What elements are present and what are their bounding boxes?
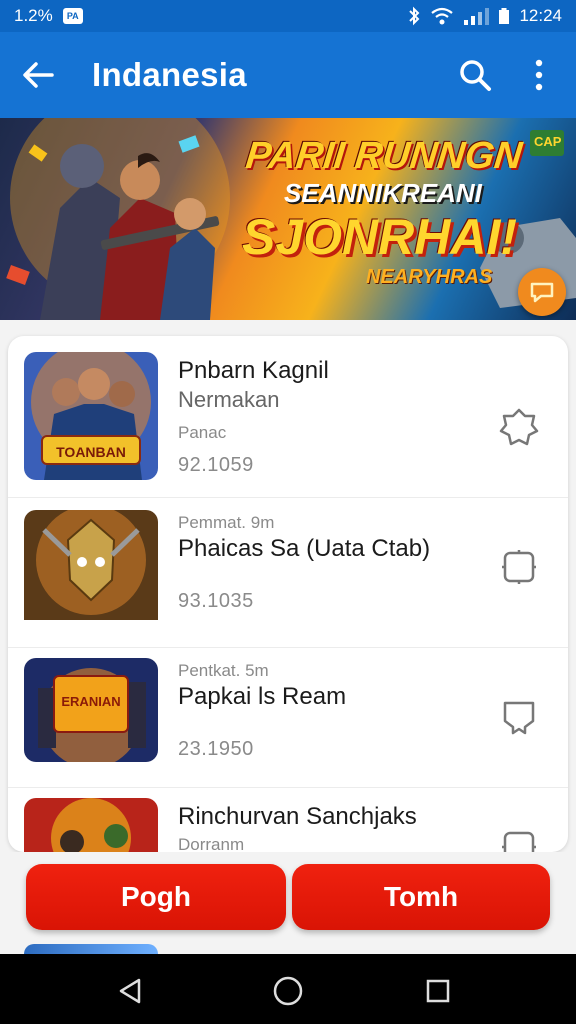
system-nav-bar: [0, 954, 576, 1024]
item-meta: Panac: [178, 423, 227, 442]
item-meta: Pemmat. 9m: [178, 513, 275, 532]
nav-back-button[interactable]: [108, 969, 152, 1013]
nav-recents-button[interactable]: [416, 969, 460, 1013]
nav-home-button[interactable]: [266, 969, 310, 1013]
status-left-text: 1.2%: [14, 6, 53, 25]
bottom-action-bar: Pogh Tomh: [0, 852, 576, 954]
wifi-icon: [431, 7, 454, 25]
banner-line1: PARII RUNNGN: [243, 135, 525, 177]
banner-line2: SEANNIKREANI: [284, 178, 482, 208]
back-button[interactable]: [0, 32, 76, 118]
item-number: 93.1035: [178, 590, 254, 612]
item-number: 92.1059: [178, 454, 254, 476]
shield-icon: [503, 701, 535, 735]
back-triangle-icon: [119, 978, 141, 1004]
banner-headline: PARII RUNNGN SEANNIKREANI SJONRHAI! NEAR…: [242, 135, 546, 290]
game-thumbnail-art: [24, 658, 158, 762]
game-thumbnail: [24, 510, 158, 638]
status-time: 12:24: [519, 6, 562, 25]
list-item[interactable]: TOANBAN Pnbarn Kagnil Nermakan Panac 92.…: [8, 348, 568, 498]
page-title: Indanesia: [92, 56, 247, 93]
square-icon: [502, 550, 536, 584]
banner-line3: SJONRHAI!: [242, 209, 518, 265]
item-number: 23.1950: [178, 738, 254, 760]
search-icon: [460, 60, 491, 91]
more-vert-icon: [535, 59, 543, 91]
chat-bubble-icon: [530, 282, 554, 303]
item-action-button[interactable]: [496, 824, 542, 852]
banner-action-button[interactable]: [518, 268, 566, 316]
game-thumbnail: TOANBAN: [24, 352, 158, 480]
thumbnail-caption: ERANIAN: [61, 694, 121, 709]
item-action-button[interactable]: [496, 404, 542, 450]
item-meta: Pentkat. 5m: [178, 661, 269, 680]
game-thumbnail: [24, 798, 158, 852]
game-thumbnail-art: [24, 798, 158, 852]
item-action-button[interactable]: [496, 544, 542, 590]
badge-icon: [499, 408, 539, 446]
list-item[interactable]: ERANIAN Pentkat. 5m Papkai ls Ream 23.19…: [8, 648, 568, 788]
signal-icon: [464, 8, 490, 25]
notification-badge-icon: PA: [62, 8, 83, 24]
item-subtitle: Nermakan: [178, 387, 280, 412]
game-thumbnail-art: [24, 352, 158, 480]
back-arrow-icon: [23, 62, 54, 88]
right-action-button[interactable]: Tomh: [292, 864, 550, 930]
battery-icon: [499, 8, 510, 24]
item-title: Pnbarn Kagnil: [178, 357, 329, 384]
game-thumbnail-art: [24, 510, 158, 620]
item-action-button[interactable]: [496, 694, 542, 740]
bluetooth-icon: [409, 6, 420, 26]
recents-square-icon: [426, 979, 450, 1003]
item-title: Phaicas Sa (Uata Ctab): [178, 535, 431, 562]
more-options-button[interactable]: [516, 52, 562, 98]
item-title: Rinchurvan Sanchjaks: [178, 803, 417, 830]
thumbnail-caption: TOANBAN: [56, 444, 126, 460]
square-icon: [502, 831, 536, 852]
item-title: Papkai ls Ream: [178, 683, 347, 710]
app-bar: Indanesia: [0, 32, 576, 118]
list-item[interactable]: Pemmat. 9m Phaicas Sa (Uata Ctab) 93.103…: [8, 498, 568, 648]
game-list: TOANBAN Pnbarn Kagnil Nermakan Panac 92.…: [8, 336, 568, 852]
promo-banner[interactable]: CAP PARII RUNNGN SEANNIKREANI SJONRHAI! …: [0, 118, 576, 320]
game-thumbnail: ERANIAN: [24, 658, 158, 762]
home-circle-icon: [273, 976, 303, 1006]
left-action-button[interactable]: Pogh: [26, 864, 286, 930]
search-button[interactable]: [450, 52, 500, 98]
item-meta: Dorranm: [178, 835, 245, 852]
list-item[interactable]: Rinchurvan Sanchjaks Dorranm: [8, 788, 568, 852]
status-bar: 1.2% PA 12:24: [0, 0, 576, 32]
